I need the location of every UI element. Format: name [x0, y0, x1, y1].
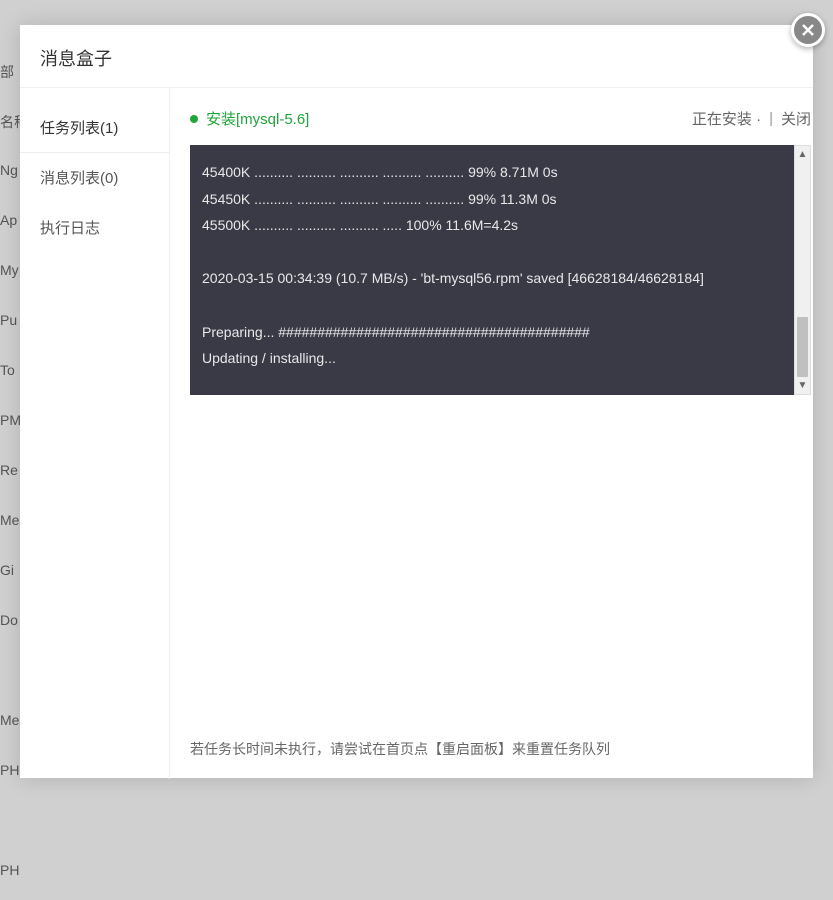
- sidebar-item-2[interactable]: 执行日志: [20, 203, 169, 253]
- task-title: 安装[mysql-5.6]: [206, 108, 309, 129]
- bg-list-item: Ng: [0, 150, 20, 200]
- bg-list-item: Ap: [0, 200, 20, 250]
- bg-list-item: Me: [0, 700, 20, 750]
- sidebar-item-0[interactable]: 任务列表(1): [20, 103, 169, 153]
- footer-tip: 若任务长时间未执行，请尝试在首页点【重启面板】来重置任务队列: [190, 739, 610, 759]
- bg-list-item: PM: [0, 400, 20, 450]
- message-box-modal: 消息盒子 任务列表(1)消息列表(0)执行日志 安装[mysql-5.6] 正在…: [20, 25, 813, 778]
- separator: |: [769, 110, 773, 127]
- scroll-track[interactable]: [795, 163, 810, 377]
- modal-title: 消息盒子: [20, 25, 813, 88]
- bg-list-item: Do: [0, 600, 20, 650]
- task-status[interactable]: 正在安装 ·: [692, 108, 761, 129]
- bg-list-item: Re: [0, 450, 20, 500]
- bg-list-item: [0, 800, 20, 850]
- bg-list-item: 名称: [0, 100, 20, 150]
- scrollbar[interactable]: ▲ ▼: [794, 145, 811, 395]
- scroll-down-arrow-icon[interactable]: ▼: [795, 377, 810, 394]
- status-dot-icon: [190, 115, 198, 123]
- modal-close-button[interactable]: [791, 13, 825, 47]
- bg-list-item: PH: [0, 850, 20, 900]
- bg-list-item: Me: [0, 500, 20, 550]
- task-close-button[interactable]: 关闭: [781, 108, 811, 129]
- main-content: 安装[mysql-5.6] 正在安装 · | 关闭 45400K .......…: [170, 88, 813, 779]
- sidebar: 任务列表(1)消息列表(0)执行日志: [20, 88, 170, 779]
- sidebar-item-1[interactable]: 消息列表(0): [20, 153, 169, 203]
- bg-list-item: 部: [0, 50, 20, 100]
- scroll-up-arrow-icon[interactable]: ▲: [795, 146, 810, 163]
- bg-list-item: Pu: [0, 300, 20, 350]
- scroll-thumb[interactable]: [797, 317, 808, 377]
- bg-list-item: Gi: [0, 550, 20, 600]
- bg-list-item: My: [0, 250, 20, 300]
- close-icon: [800, 22, 816, 38]
- bg-list-item: [0, 650, 20, 700]
- bg-list-item: PH: [0, 750, 20, 800]
- bg-list-item: To: [0, 350, 20, 400]
- terminal-output: 45400K .......... .......... .......... …: [190, 145, 794, 395]
